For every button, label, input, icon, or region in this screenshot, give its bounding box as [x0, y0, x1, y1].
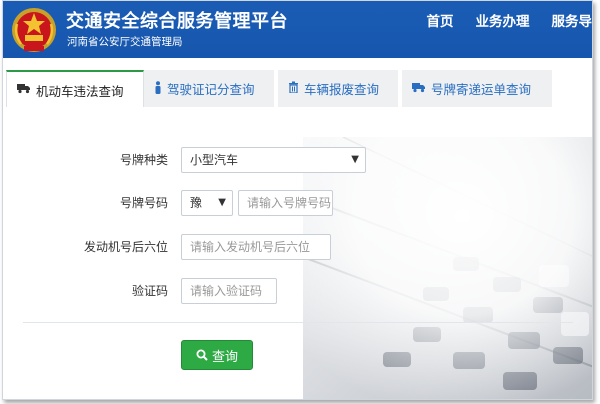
captcha-label: 验证码: [131, 284, 168, 298]
plate-number-input[interactable]: 请输入号牌号码: [238, 190, 333, 216]
form-divider: [23, 322, 573, 323]
plate-prefix-select[interactable]: 豫 ▼: [181, 190, 233, 216]
plate-number-placeholder: 请输入号牌号码: [247, 196, 332, 210]
nav-item-business[interactable]: 业务办理: [476, 10, 530, 30]
nav-item-home[interactable]: 首页: [427, 10, 454, 30]
captcha-placeholder: 请输入验证码: [190, 284, 263, 298]
site-subtitle: 河南省公安厅交通管理局: [67, 36, 183, 48]
trash-icon: [288, 81, 299, 96]
tab-label: 机动车违法查询: [36, 83, 124, 99]
captcha-row: 验证码: [3, 278, 168, 304]
caret-down-icon: ▼: [218, 197, 226, 208]
search-button-label: 查询: [211, 349, 238, 365]
engine-placeholder: 请输入发动机号后六位: [190, 240, 311, 254]
tab-label: 驾驶证记分查询: [167, 82, 255, 97]
truck-icon: [17, 83, 31, 97]
caret-down-icon: ▼: [351, 154, 359, 165]
top-navigation: 首页 业务办理 服务导: [427, 10, 593, 30]
plate-prefix-value: 豫: [190, 196, 203, 210]
tab-vehicle-scrap[interactable]: 车辆报废查询: [278, 70, 398, 107]
plate-type-select[interactable]: 小型汽车 ▼: [181, 147, 366, 173]
search-icon: [196, 349, 208, 361]
tab-vehicle-violation[interactable]: 机动车违法查询: [6, 70, 144, 108]
captcha-input[interactable]: 请输入验证码: [181, 278, 277, 304]
engine-number-input[interactable]: 请输入发动机号后六位: [181, 234, 331, 260]
site-header: 交通安全综合服务管理平台 河南省公安厅交通管理局 首页 业务办理 服务导: [3, 1, 592, 58]
browser-frame: 交通安全综合服务管理平台 河南省公安厅交通管理局 首页 业务办理 服务导 机动车…: [2, 0, 593, 400]
tab-label: 车辆报废查询: [304, 82, 380, 97]
nav-item-service[interactable]: 服务导: [552, 10, 593, 30]
plate-number-row: 号牌号码: [3, 190, 168, 216]
engine-label: 发动机号后六位: [83, 240, 168, 254]
police-emblem-icon: [12, 8, 56, 52]
plate-type-value: 小型汽车: [190, 153, 239, 167]
traffic-background-image: [303, 137, 592, 399]
tab-label: 号牌寄递运单查询: [431, 82, 532, 97]
engine-row: 发动机号后六位: [3, 234, 168, 260]
truck-icon: [412, 82, 426, 96]
tab-license-points[interactable]: 驾驶证记分查询: [144, 70, 274, 107]
plate-type-row: 号牌种类: [3, 147, 168, 173]
query-tabs: 机动车违法查询 驾驶证记分查询 车辆报废查询 号牌寄递运单查询: [3, 70, 592, 108]
plate-number-label: 号牌号码: [119, 196, 168, 210]
tab-plate-delivery[interactable]: 号牌寄递运单查询: [402, 70, 552, 107]
search-button[interactable]: 查询: [181, 340, 253, 370]
query-panel: 号牌种类 小型汽车 ▼ 号牌号码 豫 ▼ 请输入号牌号码 发动机号后六位 请输入…: [3, 107, 592, 399]
person-icon: [154, 80, 162, 97]
plate-type-label: 号牌种类: [119, 153, 168, 167]
site-title: 交通安全综合服务管理平台: [66, 11, 288, 32]
